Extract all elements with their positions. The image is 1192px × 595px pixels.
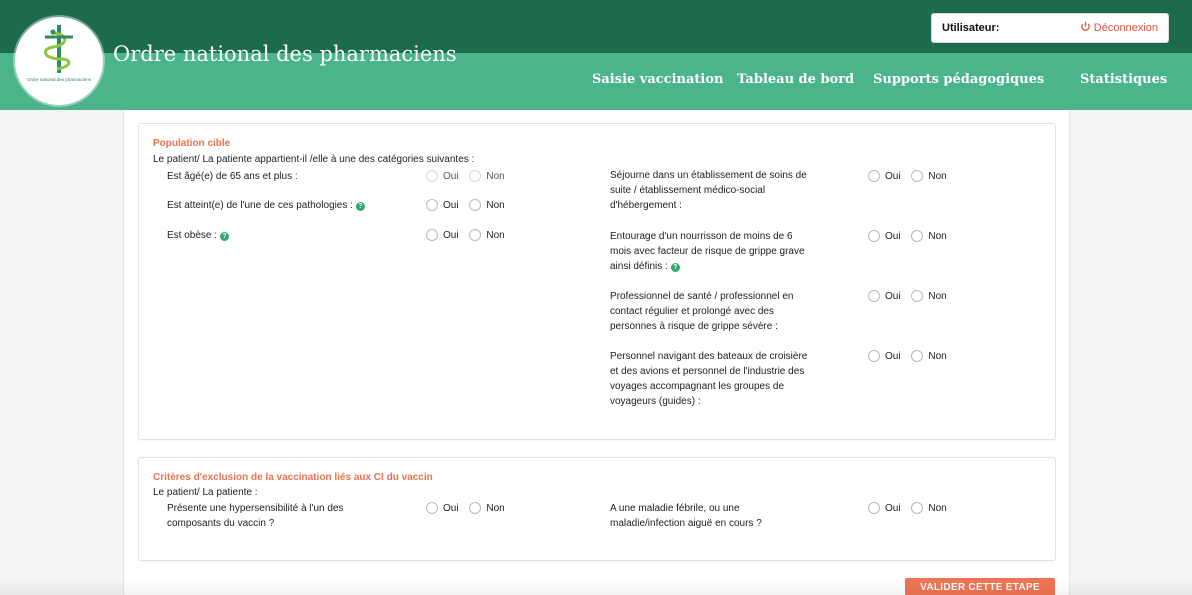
radio-non[interactable]: Non xyxy=(469,229,505,241)
question-age-65: Est âgé(e) de 65 ans et plus : xyxy=(167,171,298,182)
radio-oui[interactable]: Oui xyxy=(868,350,901,362)
logout-label: Déconnexion xyxy=(1093,22,1158,34)
radio-non[interactable]: Non xyxy=(911,290,947,302)
radio-non[interactable]: Non xyxy=(911,230,947,242)
question-maladie-febrile: A une maladie fébrile, ou une maladie/in… xyxy=(610,503,762,529)
validate-step-button[interactable]: VALIDER CETTE ETAPE xyxy=(905,578,1055,595)
logout-button[interactable]: Déconnexion xyxy=(1080,21,1158,34)
nav-saisie-vaccination[interactable]: Saisie vaccination xyxy=(592,72,724,87)
user-box: Utilisateur: Déconnexion xyxy=(931,13,1169,43)
section-subtitle: Le patient/ La patiente : xyxy=(153,487,258,498)
help-icon[interactable]: ? xyxy=(670,263,680,272)
user-label: Utilisateur: xyxy=(942,22,1000,34)
radio-oui[interactable]: Oui xyxy=(426,170,459,182)
radio-oui[interactable]: Oui xyxy=(868,230,901,242)
nav-supports-pedagogiques[interactable]: Supports pédagogiques xyxy=(873,72,1044,87)
nav-statistiques[interactable]: Statistiques xyxy=(1080,72,1167,87)
logo-caption: Ordre national des pharmaciens xyxy=(26,77,92,82)
help-icon[interactable]: ? xyxy=(355,202,365,211)
radio-non[interactable]: Non xyxy=(469,199,505,211)
site-logo[interactable]: Ordre national des pharmaciens xyxy=(15,17,103,105)
radio-non[interactable]: Non xyxy=(911,502,947,514)
question-entourage-nourrisson: Entourage d'un nourrisson de moins de 6 … xyxy=(610,231,805,272)
radio-oui[interactable]: Oui xyxy=(868,502,901,514)
question-personnel-navigant: Personnel navigant des bateaux de croisi… xyxy=(610,351,808,407)
section-title-criteres-exclusion: Critères d'exclusion de la vaccination l… xyxy=(153,472,433,483)
question-obese: Est obèse :? xyxy=(167,228,230,243)
radio-non[interactable]: Non xyxy=(469,502,505,514)
radio-group-entourage-nourrisson: Oui Non xyxy=(868,230,955,242)
section-title-population-cible: Population cible xyxy=(153,138,231,149)
radio-group-professionnel-sante: Oui Non xyxy=(868,290,955,302)
radio-group-personnel-navigant: Oui Non xyxy=(868,350,955,362)
site-title: Ordre national des pharmaciens xyxy=(113,42,457,66)
radio-oui[interactable]: Oui xyxy=(426,502,459,514)
radio-non[interactable]: Non xyxy=(911,170,947,182)
question-etablissement-soins: Séjourne dans un établissement de soins … xyxy=(610,170,807,211)
radio-oui[interactable]: Oui xyxy=(868,290,901,302)
power-icon xyxy=(1080,21,1090,31)
help-icon[interactable]: ? xyxy=(220,232,230,241)
radio-group-etablissement-soins: Oui Non xyxy=(868,170,955,182)
radio-group-maladie-febrile: Oui Non xyxy=(868,502,955,514)
radio-group-hypersensibilite: Oui Non xyxy=(426,502,513,514)
question-professionnel-sante: Professionnel de santé / professionnel e… xyxy=(610,291,794,332)
question-hypersensibilite: Présente une hypersensibilité à l'un des… xyxy=(167,503,344,529)
radio-group-age-65: Oui Non xyxy=(426,170,513,182)
question-pathologies: Est atteint(e) de l'une de ces pathologi… xyxy=(167,198,365,213)
radio-oui[interactable]: Oui xyxy=(868,170,901,182)
radio-oui[interactable]: Oui xyxy=(426,199,459,211)
caduceus-icon xyxy=(44,25,73,73)
nav-tableau-de-bord[interactable]: Tableau de bord xyxy=(737,72,854,87)
radio-non[interactable]: Non xyxy=(911,350,947,362)
radio-non[interactable]: Non xyxy=(469,170,505,182)
radio-oui[interactable]: Oui xyxy=(426,229,459,241)
section-subtitle: Le patient/ La patiente appartient-il /e… xyxy=(153,154,475,165)
radio-group-obese: Oui Non xyxy=(426,229,513,241)
radio-group-pathologies: Oui Non xyxy=(426,199,513,211)
